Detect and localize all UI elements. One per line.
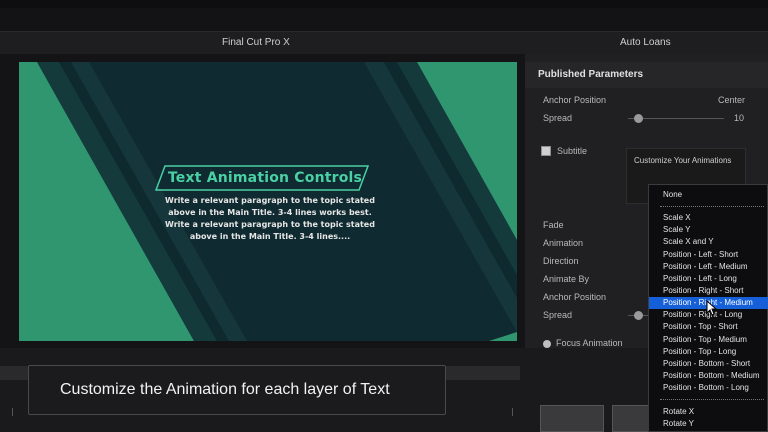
top-toolbar <box>0 0 768 32</box>
menu-item-top-short[interactable]: Position - Top - Short <box>663 322 738 331</box>
spread-label: Spread <box>543 113 573 123</box>
anchor-position-value[interactable]: Center <box>718 95 745 105</box>
menu-item-rotate-x[interactable]: Rotate X <box>663 407 694 416</box>
focus-animation-icon[interactable] <box>543 340 551 348</box>
clip-thumbnail[interactable] <box>612 405 650 432</box>
menu-separator <box>660 206 764 207</box>
animation-body-text: Write a relevant paragraph to the topic … <box>150 195 390 243</box>
document-title: Auto Loans <box>620 37 671 48</box>
animation-label: Animation <box>543 238 584 248</box>
menu-item-bottom-long[interactable]: Position - Bottom - Long <box>663 383 749 392</box>
body-line: above in the Main Title. 3-4 lines.... <box>189 232 351 241</box>
menu-item-scale-x[interactable]: Scale X <box>663 213 691 222</box>
menu-item-right-short[interactable]: Position - Right - Short <box>663 286 743 295</box>
app-title: Final Cut Pro X <box>222 37 290 48</box>
menu-separator <box>660 399 764 400</box>
spread-value[interactable]: 10 <box>734 113 744 123</box>
tooltip-text: Customize Your Animations <box>634 156 732 165</box>
menu-item-rotate-y[interactable]: Rotate Y <box>663 419 694 428</box>
menu-item-none[interactable]: None <box>663 190 682 199</box>
caption-text: Customize the Animation for each layer o… <box>60 381 390 398</box>
anchor-position-label-2: Anchor Position <box>543 292 607 302</box>
menu-item-scale-xy[interactable]: Scale X and Y <box>663 237 714 246</box>
menu-item-bottom-short[interactable]: Position - Bottom - Short <box>663 359 750 368</box>
title-box: Text Animation Controls <box>162 166 368 190</box>
anchor-position-label: Anchor Position <box>543 95 607 105</box>
animate-by-label: Animate By <box>543 274 590 284</box>
subtitle-label: Subtitle <box>557 146 588 156</box>
viewer-canvas[interactable]: Text Animation Controls Write a relevant… <box>19 62 517 341</box>
spread-slider-knob[interactable] <box>634 114 643 123</box>
pointer-cursor-icon <box>706 300 718 316</box>
animation-title: Text Animation Controls <box>167 170 363 186</box>
menu-item-top-medium[interactable]: Position - Top - Medium <box>663 335 747 344</box>
menu-item-right-long[interactable]: Position - Right - Long <box>663 310 742 319</box>
menu-item-left-short[interactable]: Position - Left - Short <box>663 250 738 259</box>
menu-item-left-long[interactable]: Position - Left - Long <box>663 274 737 283</box>
menu-item-bottom-medium[interactable]: Position - Bottom - Medium <box>663 371 759 380</box>
subtitle-checkbox[interactable] <box>541 146 551 156</box>
menu-item-top-long[interactable]: Position - Top - Long <box>663 347 736 356</box>
direction-label: Direction <box>543 256 579 266</box>
spread-slider-knob-2[interactable] <box>634 311 643 320</box>
timeline-tick <box>512 408 513 416</box>
caption-box: Customize the Animation for each layer o… <box>28 365 446 415</box>
menu-item-left-medium[interactable]: Position - Left - Medium <box>663 262 747 271</box>
body-line: above in the Main Title. 3-4 lines works… <box>168 208 372 217</box>
inspector-title: Published Parameters <box>538 69 644 80</box>
clip-thumbnail[interactable] <box>540 405 604 432</box>
fade-label: Fade <box>543 220 564 230</box>
focus-animation-label: Focus Animation <box>556 339 623 348</box>
body-line: Write a relevant paragraph to the topic … <box>165 220 375 229</box>
spread-label-2: Spread <box>543 310 573 320</box>
timeline-tick <box>12 408 13 416</box>
menu-item-scale-y[interactable]: Scale Y <box>663 225 690 234</box>
body-line: Write a relevant paragraph to the topic … <box>165 196 375 205</box>
